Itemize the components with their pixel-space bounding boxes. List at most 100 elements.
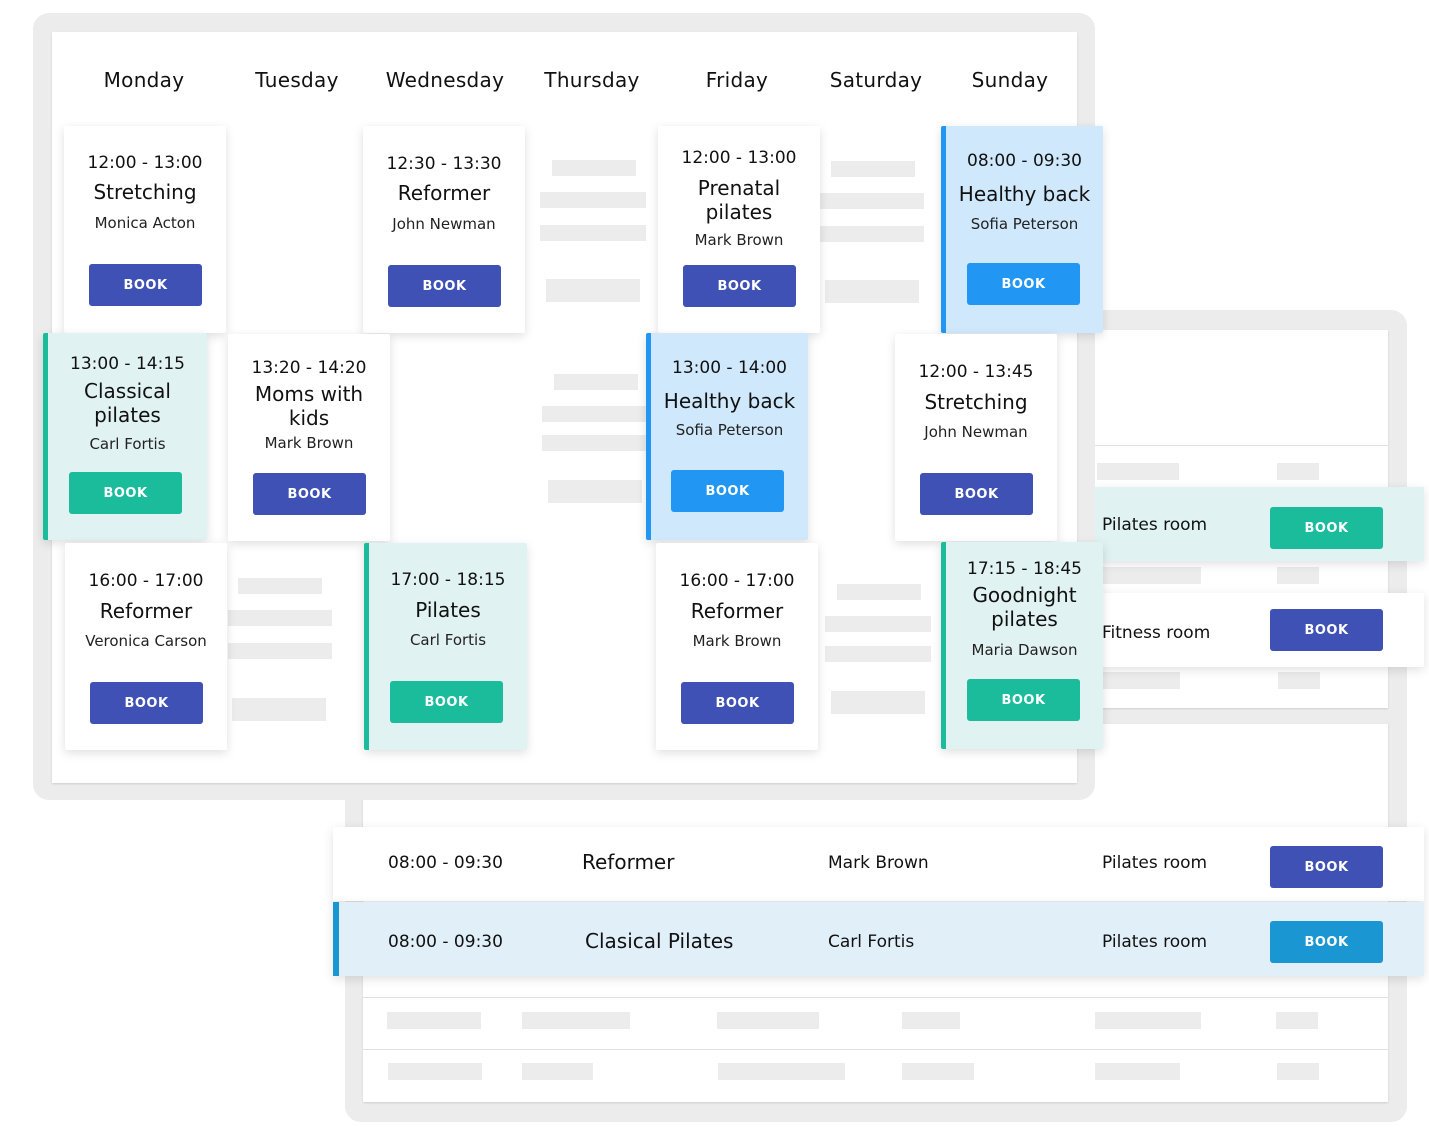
day-header-monday: Monday: [103, 68, 185, 92]
class-time: 13:20 - 14:20: [251, 358, 367, 378]
book-button[interactable]: BOOK: [69, 472, 182, 514]
placeholder-bar: [718, 1063, 845, 1080]
class-card-highlighted[interactable]: 17:00 - 18:15 Pilates Carl Fortis BOOK: [364, 543, 527, 750]
class-instructor: Sofia Peterson: [675, 421, 784, 439]
class-instructor: Mark Brown: [692, 632, 782, 650]
class-card-highlighted[interactable]: 13:00 - 14:15 Classical pilates Carl For…: [43, 333, 207, 540]
class-instructor: John Newman: [924, 423, 1028, 441]
class-title: Reformer: [690, 599, 784, 623]
class-instructor: Carl Fortis: [89, 435, 166, 453]
book-button[interactable]: BOOK: [683, 265, 796, 307]
placeholder-bar: [540, 192, 646, 208]
placeholder-bar: [388, 1063, 482, 1080]
time-label: 08:00 - 09:30: [388, 853, 503, 873]
placeholder-bar: [1278, 672, 1320, 689]
class-instructor: Carl Fortis: [409, 631, 487, 649]
book-button[interactable]: BOOK: [671, 470, 784, 512]
placeholder-bar: [546, 279, 640, 302]
class-time: 13:00 - 14:15: [70, 354, 185, 374]
book-button[interactable]: BOOK: [90, 682, 203, 724]
placeholder-bar: [825, 280, 919, 303]
class-title: Prenatal pilates: [697, 176, 781, 224]
class-time: 13:00 - 14:00: [672, 358, 787, 378]
placeholder-bar: [1097, 672, 1180, 689]
placeholder-bar: [542, 406, 648, 422]
placeholder-bar: [232, 698, 326, 721]
placeholder-bar: [1097, 463, 1179, 480]
placeholder-bar: [228, 643, 332, 659]
side-list-row[interactable]: Pilates room BOOK: [1095, 487, 1424, 561]
placeholder-bar: [548, 480, 642, 503]
class-title: Clasical Pilates: [585, 929, 734, 953]
bottom-list-row[interactable]: 08:00 - 09:30 Clasical Pilates Carl Fort…: [333, 902, 1424, 976]
placeholder-bar: [902, 1012, 960, 1029]
class-card[interactable]: 12:00 - 13:45 Stretching John Newman BOO…: [895, 334, 1057, 541]
room-label: Fitness room: [1102, 623, 1211, 643]
class-title: Reformer: [397, 181, 491, 205]
class-card-highlighted[interactable]: 08:00 - 09:30 Healthy back Sofia Peterso…: [941, 126, 1103, 333]
divider: [363, 1049, 1388, 1050]
placeholder-bar: [522, 1012, 630, 1029]
room-label: Pilates room: [1102, 853, 1208, 873]
placeholder-bar: [522, 1063, 593, 1080]
placeholder-bar: [387, 1012, 481, 1029]
day-header-friday: Friday: [705, 68, 769, 92]
placeholder-bar: [552, 160, 636, 176]
book-button[interactable]: BOOK: [1270, 846, 1383, 888]
class-instructor: John Newman: [392, 215, 496, 233]
day-header-wednesday: Wednesday: [385, 68, 505, 92]
book-button[interactable]: BOOK: [89, 264, 202, 306]
book-button[interactable]: BOOK: [1270, 921, 1383, 963]
placeholder-bar: [1277, 1063, 1319, 1080]
class-title: Reformer: [582, 850, 675, 874]
book-button[interactable]: BOOK: [388, 265, 501, 307]
placeholder-bar: [837, 584, 921, 600]
class-time: 16:00 - 17:00: [679, 571, 795, 591]
placeholder-bar: [820, 193, 924, 209]
divider: [1090, 445, 1388, 446]
placeholder-bar: [228, 610, 332, 626]
class-title: Goodnight pilates: [972, 583, 1077, 631]
placeholder-bar: [554, 374, 638, 390]
placeholder-bar: [1095, 1063, 1180, 1080]
book-button[interactable]: BOOK: [681, 682, 794, 724]
class-title: Moms with kids: [254, 382, 364, 430]
book-button[interactable]: BOOK: [1270, 507, 1383, 549]
placeholder-bar: [1095, 1012, 1201, 1029]
class-card[interactable]: 12:00 - 13:00 Prenatal pilates Mark Brow…: [658, 126, 820, 333]
class-card[interactable]: 16:00 - 17:00 Reformer Veronica Carson B…: [65, 543, 227, 750]
room-label: Pilates room: [1102, 932, 1208, 952]
divider: [363, 997, 1388, 998]
room-label: Pilates room: [1102, 515, 1208, 535]
class-title: Pilates: [415, 598, 481, 622]
day-header-tuesday: Tuesday: [255, 68, 339, 92]
book-button[interactable]: BOOK: [1270, 609, 1383, 651]
placeholder-bar: [542, 435, 648, 451]
class-card[interactable]: 12:30 - 13:30 Reformer John Newman BOOK: [363, 126, 525, 333]
placeholder-bar: [825, 616, 931, 632]
book-button[interactable]: BOOK: [967, 679, 1080, 721]
class-title: Reformer: [99, 599, 193, 623]
book-button[interactable]: BOOK: [253, 473, 366, 515]
placeholder-bar: [1277, 463, 1319, 480]
class-instructor: Maria Dawson: [971, 641, 1078, 659]
class-title: Healthy back: [958, 182, 1091, 206]
class-title: Healthy back: [663, 389, 796, 413]
day-header-saturday: Saturday: [829, 68, 923, 92]
class-card[interactable]: 13:20 - 14:20 Moms with kids Mark Brown …: [228, 334, 390, 541]
placeholder-bar: [540, 225, 646, 241]
class-card-highlighted[interactable]: 17:15 - 18:45 Goodnight pilates Maria Da…: [941, 542, 1103, 749]
book-button[interactable]: BOOK: [390, 681, 503, 723]
class-card-highlighted[interactable]: 13:00 - 14:00 Healthy back Sofia Peterso…: [646, 333, 808, 540]
placeholder-bar: [717, 1012, 819, 1029]
bottom-list-row[interactable]: 08:00 - 09:30 Reformer Mark Brown Pilate…: [333, 827, 1424, 901]
side-list-row[interactable]: Fitness room BOOK: [1095, 593, 1424, 667]
placeholder-bar: [902, 1063, 974, 1080]
class-card[interactable]: 12:00 - 13:00 Stretching Monica Acton BO…: [64, 126, 226, 333]
book-button[interactable]: BOOK: [967, 263, 1080, 305]
book-button[interactable]: BOOK: [920, 473, 1033, 515]
day-header-thursday: Thursday: [544, 68, 640, 92]
class-instructor: Monica Acton: [94, 214, 196, 232]
class-time: 12:00 - 13:45: [918, 362, 1034, 382]
class-card[interactable]: 16:00 - 17:00 Reformer Mark Brown BOOK: [656, 543, 818, 750]
